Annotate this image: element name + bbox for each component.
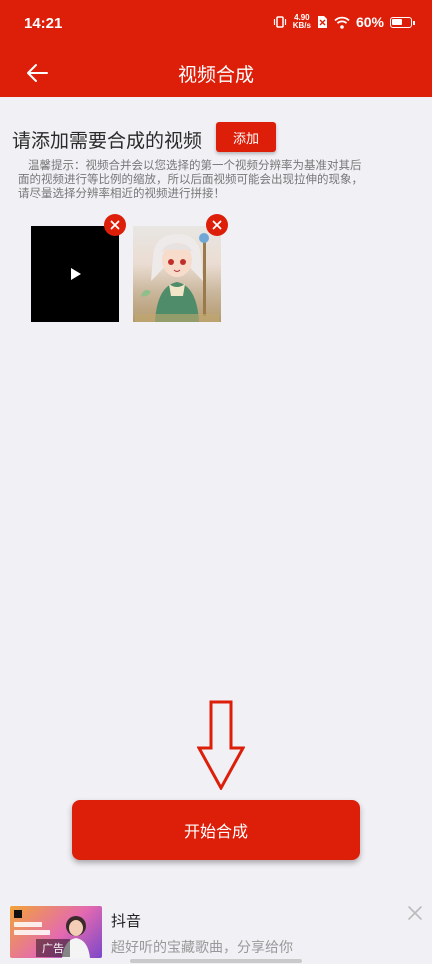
ad-subtitle[interactable]: 超好听的宝藏歌曲，分享给你 xyxy=(111,937,293,957)
remove-icon xyxy=(110,220,120,230)
close-icon[interactable] xyxy=(406,904,424,922)
remove-video-1-button[interactable] xyxy=(104,214,126,236)
add-video-heading: 请添加需要合成的视频 xyxy=(12,130,203,152)
tip-text: 温馨提示：视频合并会以您选择的第一个视频分辨率为基准对其后面的视频进行等比例的缩… xyxy=(18,158,363,200)
battery-percent: 60% xyxy=(355,14,384,30)
start-merge-button[interactable]: 开始合成 xyxy=(72,800,360,860)
video-thumbnail-2[interactable] xyxy=(133,226,221,322)
battery-icon xyxy=(390,16,415,28)
app-bar: 视频合成 xyxy=(0,50,432,97)
ad-thumbnail[interactable]: 广告 xyxy=(10,906,102,958)
remove-icon xyxy=(212,220,222,230)
no-sim-icon xyxy=(317,16,327,28)
net-speed-unit: KB/s xyxy=(292,21,311,30)
video-thumbnail-1[interactable] xyxy=(31,226,119,322)
home-indicator xyxy=(130,959,302,963)
wifi-icon xyxy=(334,16,350,29)
status-bar: 14:21 4.90 KB/s 60% xyxy=(0,0,432,50)
ad-badge: 广告 xyxy=(36,939,70,957)
down-arrow-icon xyxy=(197,700,245,790)
status-time: 14:21 xyxy=(24,15,63,32)
vibrate-icon xyxy=(273,16,286,28)
anime-image xyxy=(135,233,219,322)
play-icon xyxy=(71,268,81,280)
remove-video-2-button[interactable] xyxy=(206,214,228,236)
page-title: 视频合成 xyxy=(177,64,254,86)
status-icons: 4.90 KB/s 60% xyxy=(273,14,415,30)
ad-title[interactable]: 抖音 xyxy=(111,910,141,931)
net-speed: 4.90 KB/s xyxy=(293,14,311,30)
add-video-button[interactable]: 添加 xyxy=(216,122,276,152)
